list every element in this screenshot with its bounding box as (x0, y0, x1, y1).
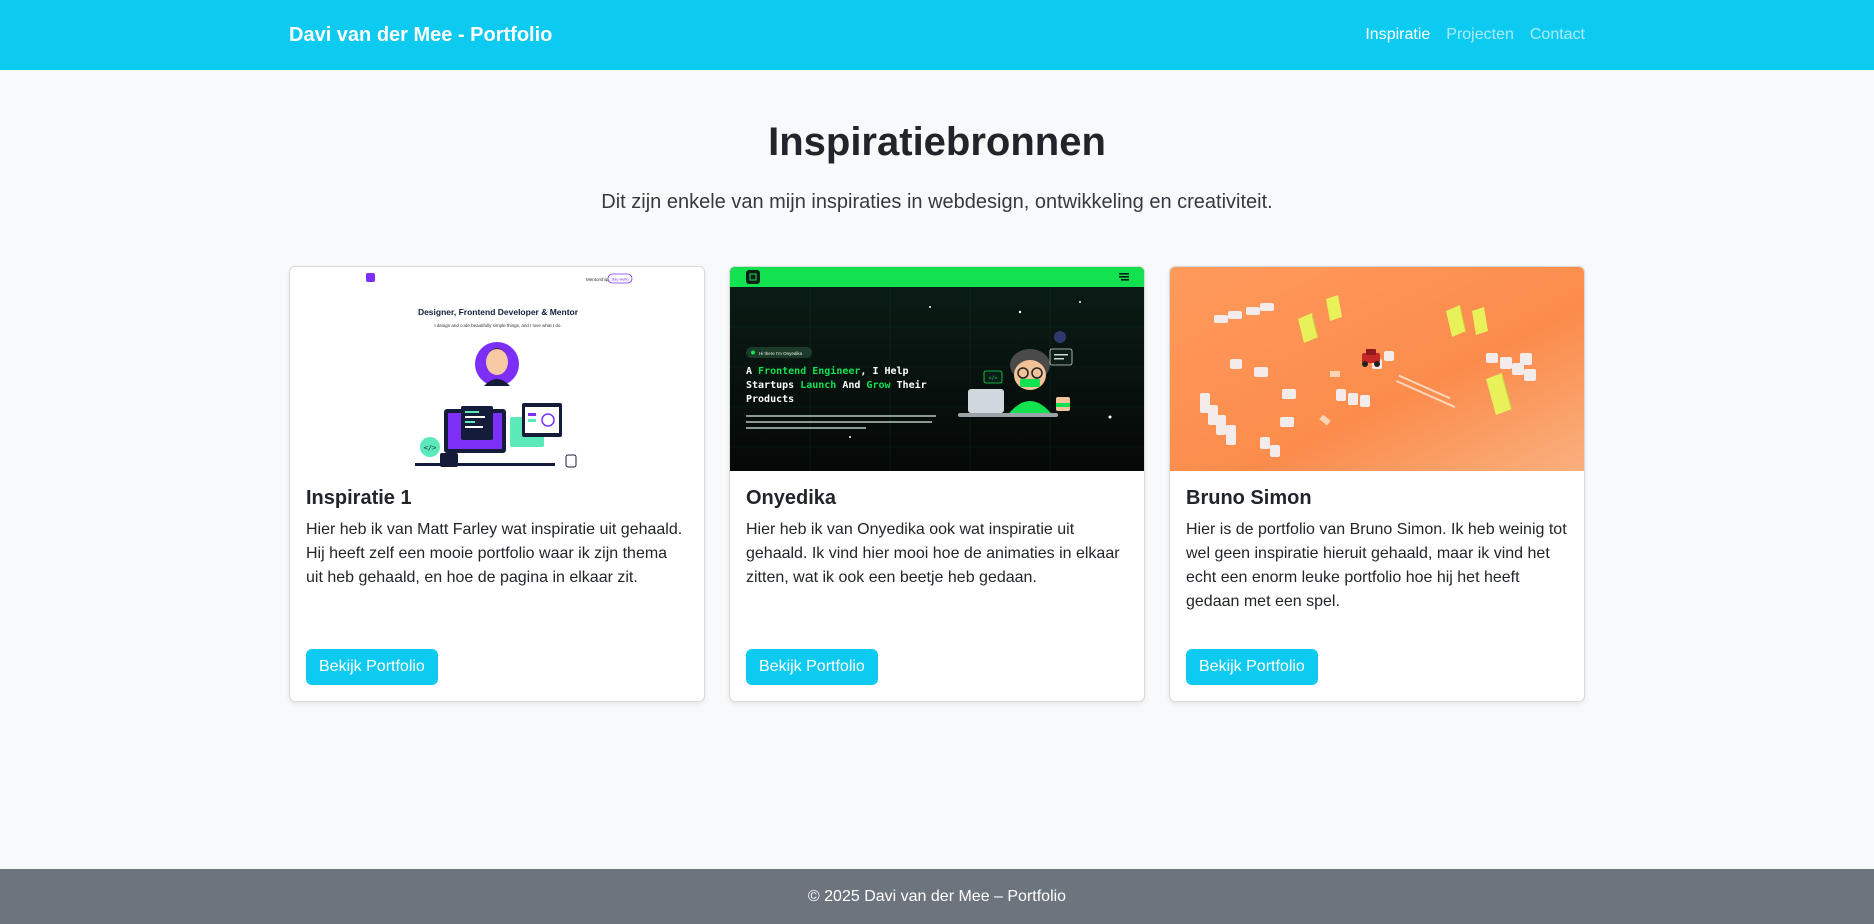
bruno-simon-screenshot (1170, 267, 1584, 471)
thumb-badge: Say Hello (611, 277, 629, 282)
card-image-onyedika[interactable]: Hi there I'm Onyedika A Frontend Enginee… (730, 267, 1144, 471)
page-subtitle: Dit zijn enkele van mijn inspiraties in … (601, 191, 1273, 213)
thumb-line2b: Launch (800, 380, 836, 391)
card-text: Hier is de portfolio van Bruno Simon. Ik… (1186, 521, 1567, 610)
card-onyedika: Hi there I'm Onyedika A Frontend Enginee… (729, 266, 1145, 702)
thumb-line1c: , I Help (860, 366, 908, 377)
navbar-inner: Davi van der Mee - Portfolio Inspiratie … (277, 24, 1597, 47)
onyedika-screenshot: Hi there I'm Onyedika A Frontend Enginee… (730, 267, 1144, 471)
brand-link[interactable]: Davi van der Mee - Portfolio (289, 24, 552, 47)
svg-text:Startups Launch And Grow Their: Startups Launch And Grow Their (746, 379, 927, 391)
footer-copyright: © 2025 Davi van der Mee – Portfolio (807, 887, 1067, 905)
card-body: Inspiratie 1 Hier heb ik van Matt Farley… (290, 471, 704, 701)
matt-farley-screenshot: Mentorship Say Hello Designer, Frontend … (290, 267, 704, 471)
page-title: Inspiratiebronnen (768, 120, 1106, 164)
card-title: Inspiratie 1 (306, 487, 412, 509)
card-text: Hier heb ik van Matt Farley wat inspirat… (306, 521, 683, 586)
card-title: Onyedika (746, 487, 837, 509)
nav-link-inspiratie[interactable]: Inspiratie (1365, 26, 1430, 44)
thumb-line2a: Startups (746, 380, 800, 391)
nav-links: Inspiratie Projecten Contact (1365, 26, 1585, 44)
thumb-line2d: Grow (866, 380, 891, 391)
svg-text:</>: </> (988, 376, 997, 382)
card-image-bruno-simon[interactable] (1170, 267, 1584, 471)
card-inspiratie-1: Mentorship Say Hello Designer, Frontend … (289, 266, 705, 702)
card-text: Hier heb ik van Onyedika ook wat inspira… (746, 521, 1120, 586)
view-portfolio-button[interactable]: Bekijk Portfolio (1186, 649, 1318, 685)
thumb-line1b: Frontend Engineer (758, 365, 860, 377)
thumb-pill: Hi there I'm Onyedika (759, 351, 803, 356)
card-body: Bruno Simon Hier is de portfolio van Bru… (1170, 471, 1584, 701)
thumb-line2c: And (836, 380, 866, 391)
view-portfolio-button[interactable]: Bekijk Portfolio (746, 649, 878, 685)
thumb-line3: Products (746, 394, 794, 405)
footer: © 2025 Davi van der Mee – Portfolio (0, 869, 1874, 924)
svg-text:A Frontend Engineer, I Help: A Frontend Engineer, I Help (746, 365, 909, 377)
card-title: Bruno Simon (1186, 487, 1312, 509)
card-body: Onyedika Hier heb ik van Onyedika ook wa… (730, 471, 1144, 701)
svg-text:</>: </> (424, 444, 437, 452)
thumb-headline: Designer, Frontend Developer & Mentor (418, 307, 579, 317)
main-content: Inspiratiebronnen Dit zijn enkele van mi… (277, 120, 1597, 702)
card-bruno-simon: Bruno Simon Hier is de portfolio van Bru… (1169, 266, 1585, 702)
thumb-sub: I design and code beautifully simple thi… (434, 323, 561, 328)
thumb-line2e: Their (891, 379, 927, 391)
navbar: Davi van der Mee - Portfolio Inspiratie … (0, 0, 1874, 70)
card-image-matt-farley[interactable]: Mentorship Say Hello Designer, Frontend … (290, 267, 704, 471)
view-portfolio-button[interactable]: Bekijk Portfolio (306, 649, 438, 685)
nav-link-projecten[interactable]: Projecten (1446, 26, 1514, 44)
thumb-line1a: A (746, 366, 758, 377)
card-grid: Mentorship Say Hello Designer, Frontend … (289, 266, 1585, 702)
nav-link-contact[interactable]: Contact (1530, 26, 1585, 44)
thumb-nav-text: Mentorship (586, 277, 609, 282)
